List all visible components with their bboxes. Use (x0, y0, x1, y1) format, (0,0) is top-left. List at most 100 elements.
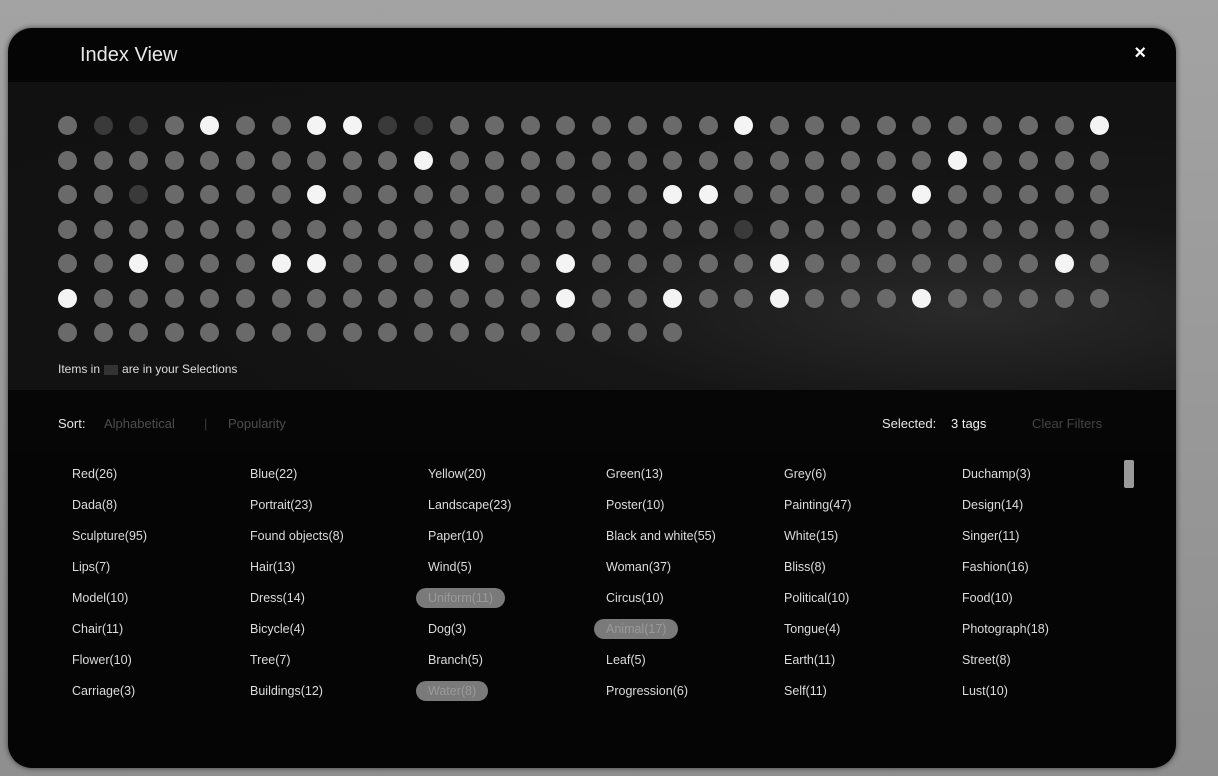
tag-item[interactable]: Wind(5) (416, 557, 484, 577)
tag-item[interactable]: Bliss(8) (772, 557, 838, 577)
index-dot[interactable] (983, 254, 1003, 273)
index-dot[interactable] (235, 219, 255, 239)
index-dot[interactable] (235, 185, 255, 204)
index-dot[interactable] (556, 288, 576, 308)
index-dot[interactable] (200, 323, 220, 342)
index-dot[interactable] (485, 185, 505, 204)
index-dot[interactable] (912, 288, 932, 308)
tag-item[interactable]: Buildings(12) (238, 681, 335, 701)
index-dot[interactable] (983, 116, 1003, 135)
tag-item[interactable]: Found objects(8) (238, 526, 356, 546)
index-dot[interactable] (947, 116, 967, 135)
tag-item-selected[interactable]: Animal(17) (594, 618, 679, 639)
index-dot[interactable] (378, 116, 398, 135)
index-dot[interactable] (58, 116, 77, 135)
index-dot[interactable] (271, 323, 291, 342)
index-dot[interactable] (485, 219, 505, 239)
index-dot[interactable] (556, 323, 576, 342)
index-dot[interactable] (413, 219, 433, 239)
tag-item[interactable]: Design(14) (950, 495, 1035, 515)
index-dot[interactable] (769, 150, 789, 170)
index-dot[interactable] (1054, 288, 1074, 308)
index-dot[interactable] (805, 219, 825, 239)
index-dot[interactable] (271, 116, 291, 135)
tag-item[interactable]: Hair(13) (238, 557, 307, 577)
index-dot[interactable] (129, 185, 149, 204)
index-dot[interactable] (912, 219, 932, 239)
index-dot[interactable] (342, 219, 362, 239)
index-dot[interactable] (378, 219, 398, 239)
index-dot[interactable] (1019, 116, 1039, 135)
index-dot[interactable] (734, 254, 754, 273)
index-dot[interactable] (93, 288, 113, 308)
index-dot[interactable] (200, 185, 220, 204)
index-dot[interactable] (947, 288, 967, 308)
tag-item[interactable]: Circus(10) (594, 588, 676, 608)
index-dot[interactable] (93, 185, 113, 204)
index-dot[interactable] (698, 219, 718, 239)
index-dot[interactable] (485, 150, 505, 170)
index-dot[interactable] (485, 288, 505, 308)
index-dot[interactable] (235, 254, 255, 273)
index-dot[interactable] (556, 254, 576, 273)
index-dot[interactable] (93, 116, 113, 135)
index-dot[interactable] (413, 150, 433, 170)
index-dot[interactable] (556, 185, 576, 204)
index-dot[interactable] (983, 288, 1003, 308)
index-dot[interactable] (805, 288, 825, 308)
tag-item[interactable]: Tongue(4) (772, 619, 852, 639)
index-dot[interactable] (342, 116, 362, 135)
index-dot[interactable] (1090, 219, 1110, 239)
index-dot[interactable] (200, 116, 220, 135)
index-dot[interactable] (378, 254, 398, 273)
index-dot[interactable] (271, 254, 291, 273)
index-dot[interactable] (912, 185, 932, 204)
index-dot[interactable] (876, 254, 896, 273)
index-dot[interactable] (947, 219, 967, 239)
index-dot[interactable] (413, 323, 433, 342)
index-dot[interactable] (520, 254, 540, 273)
index-dot[interactable] (378, 323, 398, 342)
index-dot[interactable] (591, 185, 611, 204)
scrollbar-thumb[interactable] (1124, 460, 1134, 488)
tag-item[interactable]: Flower(10) (60, 650, 144, 670)
index-dot[interactable] (520, 219, 540, 239)
index-dot[interactable] (164, 116, 184, 135)
index-dot[interactable] (841, 116, 861, 135)
index-dot[interactable] (271, 185, 291, 204)
index-dot[interactable] (129, 150, 149, 170)
tag-item[interactable]: Red(26) (60, 464, 129, 484)
index-dot[interactable] (58, 150, 77, 170)
index-dot[interactable] (485, 116, 505, 135)
index-dot[interactable] (378, 150, 398, 170)
index-dot[interactable] (912, 254, 932, 273)
index-dot[interactable] (164, 323, 184, 342)
index-dot[interactable] (271, 150, 291, 170)
tag-item[interactable]: Chair(11) (60, 619, 135, 639)
index-dot[interactable] (556, 116, 576, 135)
index-dot[interactable] (449, 150, 469, 170)
tag-item[interactable]: Dress(14) (238, 588, 317, 608)
index-dot[interactable] (93, 219, 113, 239)
index-dot[interactable] (449, 288, 469, 308)
index-dot[interactable] (841, 254, 861, 273)
index-dot[interactable] (591, 288, 611, 308)
tag-item[interactable]: Food(10) (950, 588, 1025, 608)
index-dot[interactable] (1019, 254, 1039, 273)
index-dot[interactable] (876, 150, 896, 170)
index-dot[interactable] (734, 150, 754, 170)
index-dot[interactable] (58, 254, 77, 273)
index-dot[interactable] (805, 116, 825, 135)
index-dot[interactable] (627, 254, 647, 273)
index-dot[interactable] (93, 254, 113, 273)
tag-item[interactable]: Black and white(55) (594, 526, 728, 546)
sort-alphabetical-link[interactable]: Alphabetical (104, 416, 175, 431)
index-dot[interactable] (734, 116, 754, 135)
index-dot[interactable] (93, 150, 113, 170)
index-dot[interactable] (663, 185, 683, 204)
index-dot[interactable] (307, 254, 327, 273)
index-dot[interactable] (378, 185, 398, 204)
index-dot[interactable] (556, 219, 576, 239)
tag-item[interactable]: Grey(6) (772, 464, 838, 484)
tag-item[interactable]: Poster(10) (594, 495, 676, 515)
